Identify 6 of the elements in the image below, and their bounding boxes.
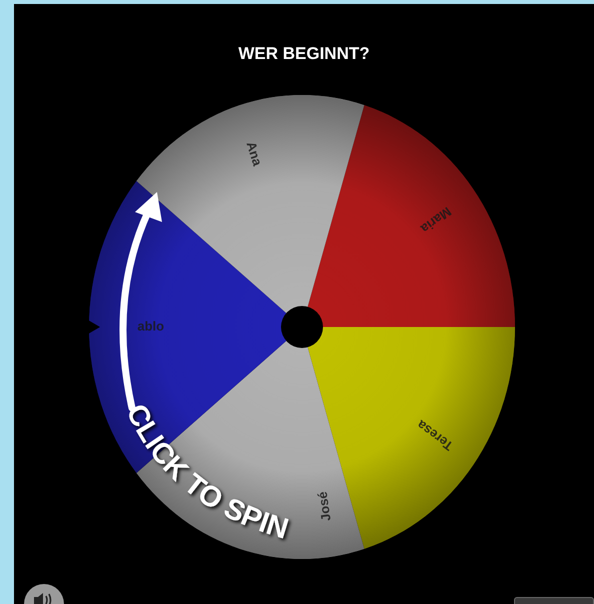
segment-label: José [314,490,334,522]
pointer-icon [88,320,100,334]
wheel-hub [281,306,323,348]
segment-label: ablo [137,318,164,334]
segment-label: Ana [244,140,266,168]
wheel-title: WER BEGINNT? [238,44,370,64]
